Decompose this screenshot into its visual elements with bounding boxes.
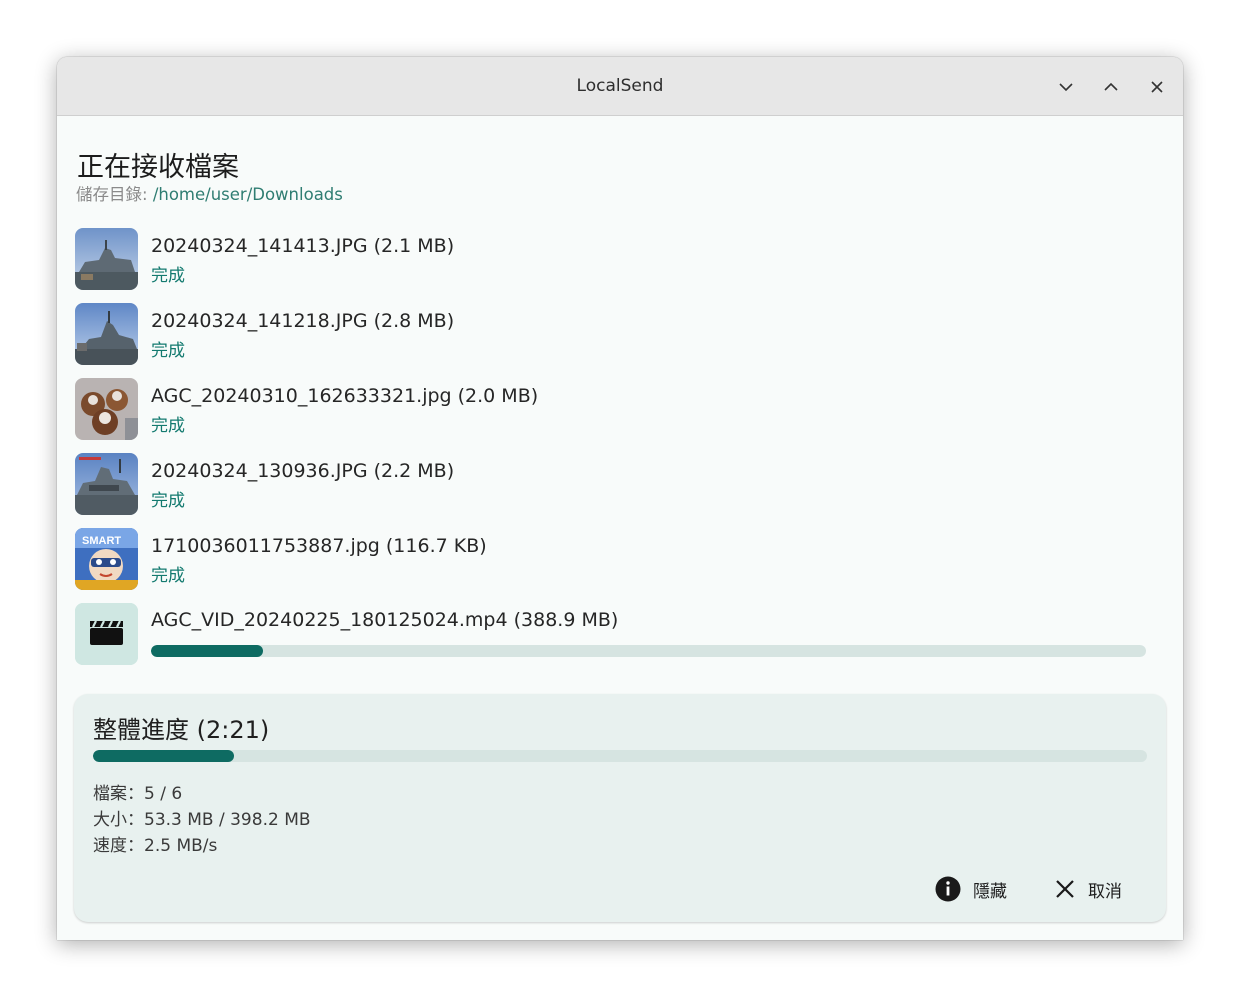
file-item: AGC_VID_20240225_180125024.mp4 (388.9 MB… — [75, 603, 1155, 665]
cartoon-photo: SMART — [75, 528, 138, 590]
file-thumbnail: SMART — [75, 528, 138, 590]
file-item: 20240324_130936.JPG (2.2 MB) 完成 — [75, 453, 1155, 515]
size-stat: 大小：53.3 MB / 398.2 MB — [93, 810, 311, 830]
save-directory-label: 儲存目錄: — [76, 185, 153, 204]
file-name: AGC_VID_20240225_180125024.mp4 (388.9 MB… — [151, 609, 619, 631]
overall-progress-panel: 整體進度 (2:21) 檔案：5 / 6 大小：53.3 MB / 398.2 … — [74, 694, 1166, 922]
localsend-window: LocalSend 正在接收檔案 儲存目錄: /home/user/Downlo… — [57, 57, 1183, 940]
file-name: 1710036011753887.jpg (116.7 KB) — [151, 535, 487, 557]
close-icon — [1151, 81, 1163, 93]
save-directory-path: /home/user/Downloads — [152, 185, 343, 204]
file-thumbnail — [75, 303, 138, 365]
close-icon — [1056, 880, 1074, 898]
file-name: 20240324_141413.JPG (2.1 MB) — [151, 235, 455, 257]
page-title: 正在接收檔案 — [77, 152, 239, 183]
file-status: 完成 — [151, 491, 185, 511]
file-status: 完成 — [151, 416, 185, 436]
file-name: 20240324_141218.JPG (2.8 MB) — [151, 310, 455, 332]
title-bar: LocalSend — [57, 57, 1183, 116]
file-status: 完成 — [151, 266, 185, 286]
file-item: 20240324_141413.JPG (2.1 MB) 完成 — [75, 228, 1155, 290]
file-item: AGC_20240310_162633321.jpg (2.0 MB) 完成 — [75, 378, 1155, 440]
file-thumbnail — [75, 603, 138, 665]
hide-button-label: 隱藏 — [973, 881, 1007, 902]
files-count-stat: 檔案：5 / 6 — [93, 784, 183, 804]
file-thumbnail — [75, 453, 138, 515]
overall-progress-title: 整體進度 (2:21) — [93, 716, 270, 744]
video-clapper-icon — [75, 603, 138, 665]
file-thumbnail — [75, 228, 138, 290]
info-icon — [935, 876, 961, 902]
overall-progress-bar — [93, 750, 1147, 762]
window-title: LocalSend — [576, 76, 664, 96]
chevron-up-icon — [1104, 82, 1118, 91]
file-thumbnail — [75, 378, 138, 440]
file-item: SMART 1710036011753887.jpg (116.7 KB) 完成 — [75, 528, 1155, 590]
file-name: AGC_20240310_162633321.jpg (2.0 MB) — [151, 385, 539, 407]
file-status: 完成 — [151, 566, 185, 586]
cancel-button-label: 取消 — [1088, 881, 1122, 902]
file-item: 20240324_141218.JPG (2.8 MB) 完成 — [75, 303, 1155, 365]
speed-stat: 速度：2.5 MB/s — [93, 836, 218, 856]
minimize-button[interactable] — [1054, 75, 1078, 99]
cancel-button[interactable]: 取消 — [1054, 872, 1122, 906]
file-progress-fill — [151, 645, 264, 657]
file-name: 20240324_130936.JPG (2.2 MB) — [151, 460, 455, 482]
pastries-photo — [75, 378, 138, 440]
file-status: 完成 — [151, 341, 185, 361]
svg-text:SMART: SMART — [82, 535, 121, 547]
maximize-button[interactable] — [1099, 75, 1123, 99]
save-directory: 儲存目錄: /home/user/Downloads — [76, 181, 343, 205]
warship-photo — [75, 303, 138, 365]
warship-photo — [75, 453, 138, 515]
hide-button[interactable]: 隱藏 — [935, 872, 1007, 906]
warship-photo — [75, 228, 138, 290]
overall-progress-fill — [93, 750, 235, 762]
close-window-button[interactable] — [1145, 75, 1169, 99]
chevron-down-icon — [1059, 83, 1073, 92]
file-progress-bar — [151, 645, 1146, 657]
